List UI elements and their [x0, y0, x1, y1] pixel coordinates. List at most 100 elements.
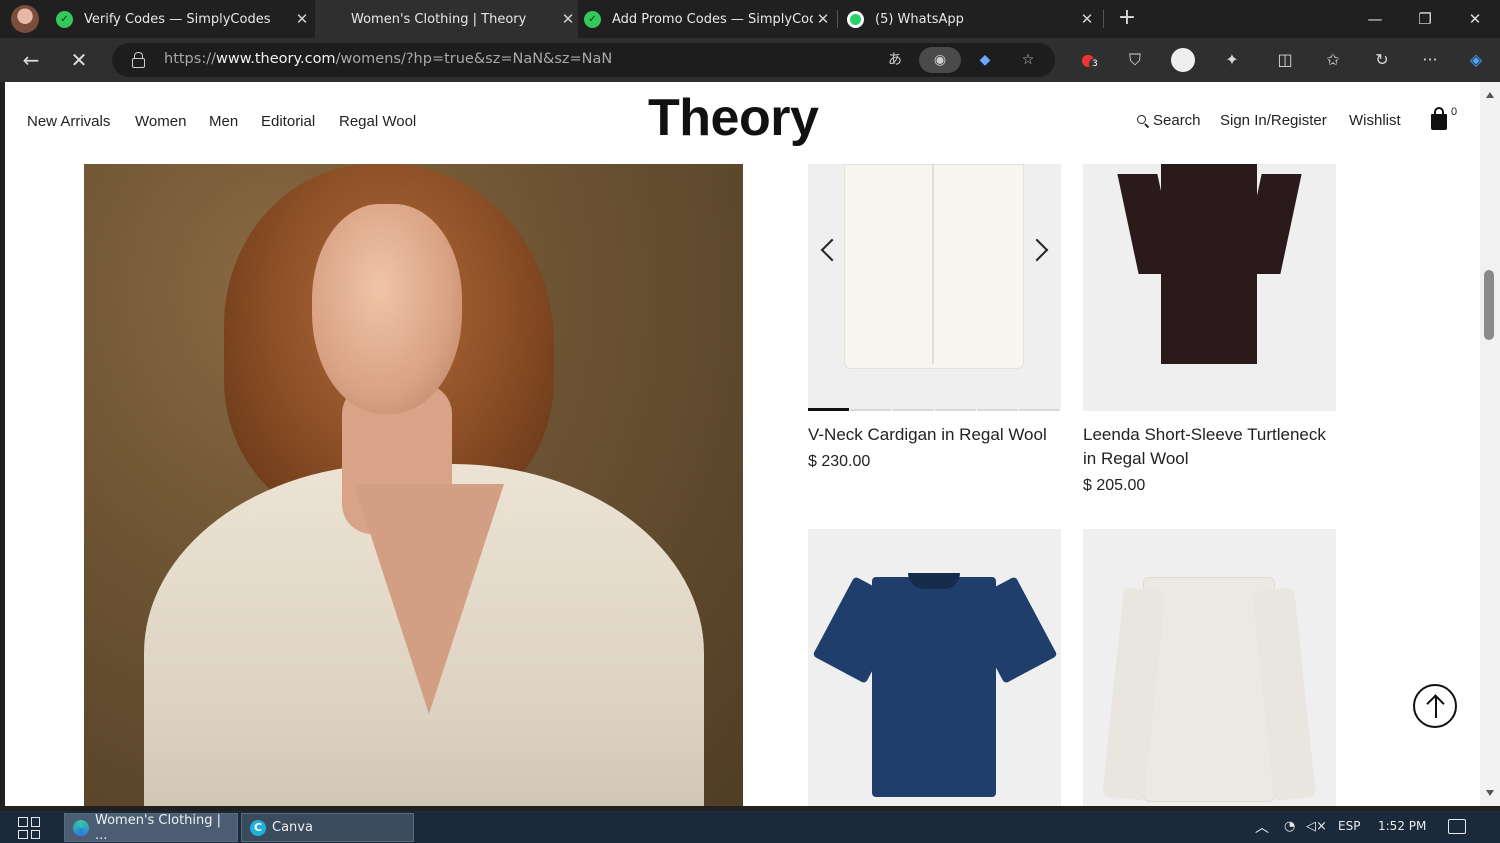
scroll-down-icon[interactable] [1486, 790, 1494, 796]
close-icon[interactable]: ✕ [1077, 10, 1097, 28]
stop-loading-icon[interactable]: ✕ [65, 46, 93, 74]
product-name[interactable]: Leenda Short-Sleeve Turtleneck in Regal … [1083, 423, 1336, 471]
tab-title: Verify Codes — SimplyCodes [84, 11, 271, 27]
simplycodes-icon: ✓ [56, 10, 73, 28]
product-card[interactable] [808, 529, 1061, 806]
back-arrow-icon[interactable]: ← [17, 46, 45, 74]
shield-icon[interactable]: ⛉ [1120, 46, 1150, 74]
copilot-icon[interactable]: ◈ [1461, 46, 1491, 74]
tracking-prevention-icon[interactable]: ◉ [919, 47, 961, 73]
scroll-thumb[interactable] [1484, 270, 1494, 340]
nav-editorial[interactable]: Editorial [261, 113, 315, 130]
lock-icon[interactable] [132, 52, 145, 68]
carousel-dot[interactable] [934, 409, 977, 411]
search-icon [1137, 114, 1149, 127]
close-icon[interactable]: ✕ [558, 10, 578, 28]
tab-womens-clothing[interactable]: Women's Clothing | Theory ✕ [315, 0, 578, 38]
product-name[interactable]: V-Neck Cardigan in Regal Wool [808, 423, 1061, 447]
tab-verify-codes[interactable]: ✓ Verify Codes — SimplyCodes ✕ [56, 0, 312, 38]
favorites-icon[interactable]: ✩ [1318, 46, 1348, 74]
page-scrollbar[interactable] [1480, 82, 1500, 806]
carousel-dot[interactable] [808, 408, 851, 411]
bag-count: 0 [1451, 106, 1458, 118]
product-card[interactable]: V-Neck Cardigan in Regal Wool $ 230.00 [808, 164, 1061, 471]
tab-add-promo-codes[interactable]: ✓ Add Promo Codes — SimplyCodes ✕ [583, 0, 833, 38]
carousel-dot[interactable] [976, 409, 1019, 411]
url-host: www.theory.com [215, 51, 336, 67]
product-image[interactable] [808, 164, 1061, 411]
start-menu-icon[interactable] [18, 817, 40, 839]
whatsapp-icon [847, 10, 864, 28]
page-viewport: New Arrivals Women Men Editorial Regal W… [5, 82, 1480, 806]
taskbar-item-label: Canva [272, 820, 313, 835]
url-scheme: https:// [164, 51, 216, 67]
product-image[interactable] [1083, 164, 1336, 411]
new-tab-button[interactable]: + [1115, 6, 1139, 32]
more-menu-icon[interactable]: ··· [1415, 46, 1445, 74]
notification-icon[interactable] [1448, 819, 1466, 834]
chevron-up-icon[interactable]: ︿ [1255, 817, 1269, 837]
restore-button[interactable]: ❐ [1400, 0, 1450, 38]
carousel-dots [808, 408, 1061, 411]
close-icon[interactable]: ✕ [292, 10, 312, 28]
tab-whatsapp[interactable]: (5) WhatsApp ✕ [847, 0, 1097, 38]
language-indicator[interactable]: ESP [1338, 819, 1360, 833]
theory-logo[interactable]: Theory [648, 88, 819, 148]
nav-women[interactable]: Women [135, 113, 186, 130]
shopping-bag-icon[interactable] [1431, 107, 1447, 130]
wifi-icon[interactable]: ◔ [1284, 819, 1295, 834]
tab-title: Women's Clothing | Theory [351, 11, 527, 27]
cardigan-graphic [844, 164, 1024, 369]
wishlist-link[interactable]: Wishlist [1349, 112, 1401, 129]
extension-circle-icon[interactable] [1168, 46, 1198, 74]
chevron-left-icon[interactable] [820, 238, 844, 262]
favorite-star-icon[interactable]: ☆ [1015, 47, 1041, 73]
tab-title: Add Promo Codes — SimplyCodes [612, 11, 813, 27]
search-link[interactable]: Search [1137, 112, 1201, 129]
nav-men[interactable]: Men [209, 113, 238, 130]
search-label: Search [1153, 112, 1201, 129]
extension-badge: 3 [1089, 58, 1101, 70]
product-card[interactable] [1083, 529, 1336, 806]
nav-new-arrivals[interactable]: New Arrivals [27, 113, 110, 130]
sign-in-link[interactable]: Sign In/Register [1220, 112, 1327, 129]
read-aloud-icon[interactable]: あ [882, 47, 908, 73]
coupon-tag-icon[interactable]: ◆ [972, 47, 998, 73]
close-icon[interactable]: ✕ [813, 10, 833, 28]
product-image[interactable] [808, 529, 1061, 806]
history-icon[interactable]: ↻ [1367, 46, 1397, 74]
scroll-up-icon[interactable] [1486, 92, 1494, 98]
hero-neckline [354, 484, 504, 714]
clock[interactable]: 1:52 PM [1378, 819, 1426, 833]
close-window-button[interactable]: ✕ [1450, 0, 1500, 38]
tab-separator [1103, 10, 1104, 28]
carousel-dot[interactable] [1018, 409, 1061, 411]
nav-regal-wool[interactable]: Regal Wool [339, 113, 416, 130]
product-image[interactable] [1083, 529, 1336, 806]
extensions-puzzle-icon[interactable]: ✦ [1217, 46, 1247, 74]
chevron-right-icon[interactable] [1025, 238, 1049, 262]
tab-separator [837, 10, 838, 28]
taskbar-item-edge[interactable]: Women's Clothing | ... [64, 813, 238, 843]
carousel-dot[interactable] [892, 409, 935, 411]
speaker-muted-icon[interactable]: ◁× [1306, 819, 1327, 834]
carousel-dot[interactable] [850, 409, 893, 411]
hero-image[interactable] [84, 164, 743, 806]
profile-avatar[interactable] [11, 5, 39, 33]
simplycodes-icon: ✓ [584, 10, 601, 28]
edge-icon [73, 819, 89, 836]
product-price: $ 205.00 [1083, 477, 1146, 494]
hero-face [312, 204, 462, 414]
product-card[interactable]: Leenda Short-Sleeve Turtleneck in Regal … [1083, 164, 1336, 495]
windows-taskbar: Women's Clothing | ... C Canva ︿ ◔ ◁× ES… [0, 811, 1500, 843]
site-header: New Arrivals Women Men Editorial Regal W… [5, 82, 1480, 164]
minimize-button[interactable]: — [1350, 0, 1400, 38]
url-text[interactable]: https://www.theory.com/womens/?hp=true&s… [164, 51, 612, 67]
tab-title: (5) WhatsApp [875, 11, 964, 27]
back-to-top-button[interactable] [1413, 684, 1457, 728]
extension-alert-icon[interactable]: ● 3 [1073, 46, 1103, 74]
split-screen-icon[interactable]: ◫ [1270, 46, 1300, 74]
taskbar-item-canva[interactable]: C Canva [241, 813, 414, 842]
url-path: /womens/?hp=true&sz=NaN&sz=NaN [335, 51, 613, 67]
address-bar[interactable]: https://www.theory.com/womens/?hp=true&s… [112, 43, 1055, 77]
